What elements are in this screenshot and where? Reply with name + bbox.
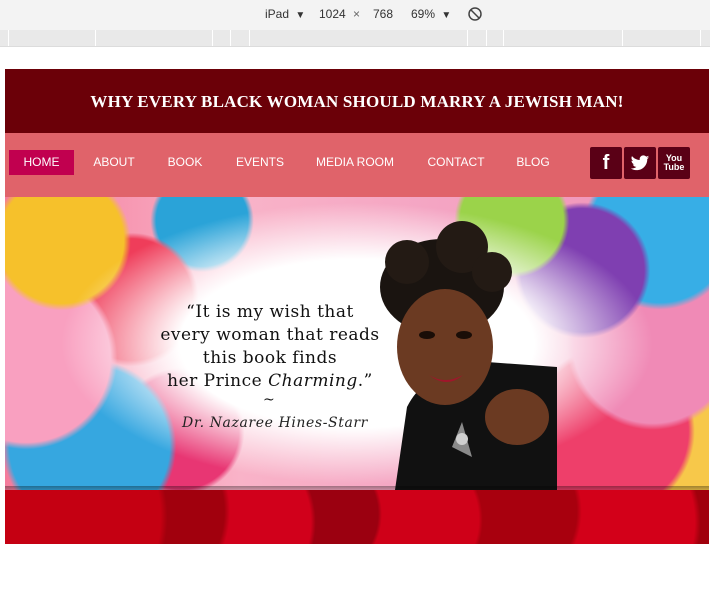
width-field[interactable]: 1024 (319, 7, 346, 21)
page-viewport: WHY EVERY BLACK WOMAN SHOULD MARRY A JEW… (4, 68, 710, 599)
media-query-bar[interactable] (0, 30, 710, 47)
main-nav: HOME ABOUT BOOK EVENTS MEDIA ROOM CONTAC… (5, 133, 709, 197)
site-header: WHY EVERY BLACK WOMAN SHOULD MARRY A JEW… (5, 69, 709, 133)
device-label: iPad (265, 7, 290, 21)
chevron-down-icon: ▼ (441, 10, 452, 21)
quote-line: this book finds (202, 348, 338, 368)
roses-strip (5, 490, 709, 544)
chevron-down-icon: ▼ (295, 10, 306, 21)
youtube-icon[interactable]: You Tube (658, 147, 690, 179)
nav-item-book[interactable]: BOOK (165, 150, 205, 175)
twitter-bird-icon (630, 154, 650, 170)
author-portrait (380, 221, 557, 490)
twitter-icon[interactable] (624, 147, 656, 179)
quote-text: her Prince (167, 371, 269, 391)
height-field[interactable]: 768 (373, 7, 393, 21)
zoom-label: 69% (411, 7, 436, 21)
nav-item-about[interactable]: ABOUT (89, 150, 139, 175)
zoom-select[interactable]: 69% ▼ (411, 7, 451, 21)
quote-line: her Prince Charming.” (145, 370, 395, 393)
quote-emphasis: Charming (268, 371, 358, 391)
facebook-icon[interactable]: f (590, 147, 622, 179)
quote-line: “It is my wish that (186, 302, 354, 322)
rotate-icon[interactable] (467, 6, 483, 25)
site-title: WHY EVERY BLACK WOMAN SHOULD MARRY A JEW… (90, 92, 624, 111)
nav-item-events[interactable]: EVENTS (233, 150, 287, 175)
times-icon: × (353, 7, 361, 21)
hero-quote: “It is my wish that every woman that rea… (145, 301, 395, 393)
quote-divider: ~ (263, 392, 275, 408)
nav-item-blog[interactable]: BLOG (513, 150, 553, 175)
facebook-glyph: f (602, 151, 610, 174)
youtube-tube: Tube (663, 162, 685, 172)
devtools-device-toolbar: iPad ▼ 1024 × 768 69% ▼ (0, 0, 710, 31)
quote-line: every woman that reads (160, 325, 380, 345)
hero-banner: “It is my wish that every woman that rea… (5, 197, 709, 490)
nav-item-home[interactable]: HOME (9, 150, 74, 175)
nav-item-contact[interactable]: CONTACT (425, 150, 487, 175)
quote-author: Dr. Nazaree Hines-Starr (182, 415, 368, 431)
device-select[interactable]: iPad ▼ (265, 7, 305, 21)
nav-item-media-room[interactable]: MEDIA ROOM (313, 150, 397, 175)
